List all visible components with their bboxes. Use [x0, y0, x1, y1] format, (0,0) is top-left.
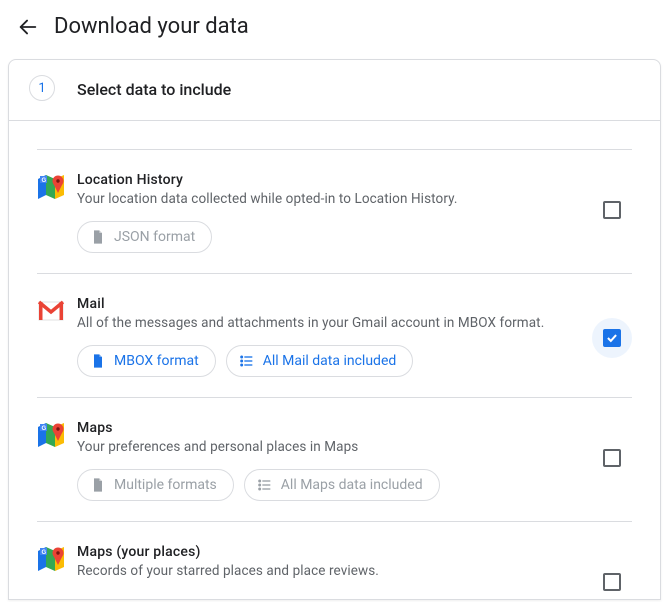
product-row-maps: G Maps Your preferences and personal pla… [37, 397, 632, 521]
arrow-left-icon [17, 16, 39, 38]
list-icon [257, 477, 273, 493]
chip-label: JSON format [114, 229, 195, 245]
page-header: Download your data [0, 0, 669, 59]
product-desc: Records of your starred places and place… [77, 563, 632, 579]
checkbox-mail[interactable] [592, 318, 632, 358]
scope-chip-maps[interactable]: All Maps data included [244, 469, 440, 501]
format-chip-location-history[interactable]: JSON format [77, 221, 212, 253]
format-chip-mail[interactable]: MBOX format [77, 345, 216, 377]
product-title: Mail [77, 296, 632, 312]
checkbox-icon [603, 573, 621, 591]
scope-chip-mail[interactable]: All Mail data included [226, 345, 414, 377]
back-button[interactable] [16, 15, 40, 39]
maps-pin-icon: G [37, 173, 65, 201]
product-title: Maps [77, 420, 632, 436]
file-icon [90, 353, 106, 369]
chip-label: All Mail data included [263, 353, 397, 369]
list-icon [239, 353, 255, 369]
chip-label: MBOX format [114, 353, 199, 369]
product-desc: All of the messages and attachments in y… [77, 315, 632, 331]
product-title: Location History [77, 172, 632, 188]
checkbox-icon [603, 201, 621, 219]
maps-pin-icon: G [37, 421, 65, 449]
checkbox-checked-icon [603, 329, 621, 347]
step-title: Select data to include [77, 80, 231, 99]
svg-text:G: G [42, 426, 47, 432]
svg-text:G: G [42, 178, 47, 184]
content-card: 1 Select data to include G [8, 59, 661, 600]
checkbox-maps[interactable] [592, 438, 632, 478]
checkbox-maps-places[interactable] [592, 562, 632, 602]
file-icon [90, 229, 106, 245]
product-desc: Your preferences and personal places in … [77, 439, 632, 455]
checkbox-icon [603, 449, 621, 467]
format-chip-maps[interactable]: Multiple formats [77, 469, 234, 501]
product-title: Maps (your places) [77, 544, 632, 560]
product-row-location-history: G Location History Your location data co… [37, 149, 632, 273]
page-title: Download your data [54, 14, 249, 39]
maps-pin-icon: G [37, 545, 65, 573]
product-desc: Your location data collected while opted… [77, 191, 632, 207]
product-row-mail: Mail All of the messages and attachments… [37, 273, 632, 397]
step-number: 1 [29, 75, 55, 101]
svg-text:G: G [42, 550, 47, 556]
checkbox-location-history[interactable] [592, 190, 632, 230]
file-icon [90, 477, 106, 493]
gmail-icon [37, 297, 65, 325]
product-list: G Location History Your location data co… [9, 149, 660, 599]
chip-label: All Maps data included [281, 477, 423, 493]
chip-label: Multiple formats [114, 477, 217, 493]
product-row-maps-places: G Maps (your places) Records of your sta… [37, 521, 632, 599]
step-header: 1 Select data to include [9, 60, 660, 121]
